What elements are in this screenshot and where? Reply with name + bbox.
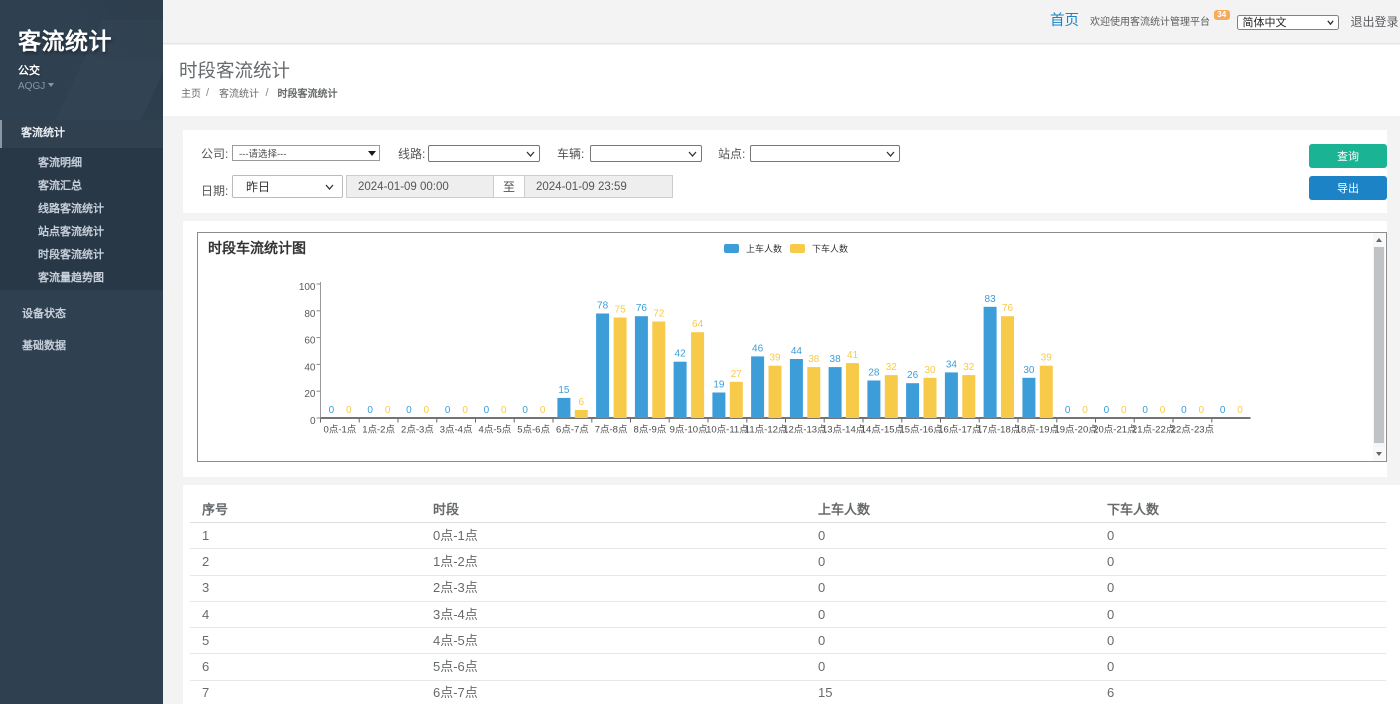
svg-text:83: 83 [985, 290, 997, 305]
svg-text:0: 0 [1104, 401, 1110, 416]
svg-text:1点-2点: 1点-2点 [362, 422, 395, 436]
svg-text:11点-12点: 11点-12点 [745, 422, 788, 436]
svg-text:0: 0 [1199, 401, 1205, 416]
svg-text:12点-13点: 12点-13点 [783, 422, 827, 436]
svg-text:41: 41 [847, 346, 859, 361]
svg-text:0: 0 [1065, 401, 1071, 416]
svg-text:0: 0 [310, 412, 316, 427]
svg-text:4点-5点: 4点-5点 [479, 422, 512, 436]
svg-text:0: 0 [462, 401, 468, 416]
svg-text:17点-18点: 17点-18点 [977, 422, 1021, 436]
svg-text:100: 100 [299, 278, 316, 293]
svg-text:0: 0 [367, 401, 373, 416]
svg-text:46: 46 [752, 339, 764, 354]
svg-text:14点-15点: 14点-15点 [861, 422, 905, 436]
svg-text:28: 28 [868, 364, 880, 379]
svg-text:0: 0 [522, 401, 528, 416]
svg-text:38: 38 [808, 350, 820, 365]
svg-text:0: 0 [1121, 401, 1127, 416]
svg-text:44: 44 [791, 342, 803, 357]
svg-text:64: 64 [692, 315, 704, 330]
svg-text:38: 38 [830, 350, 842, 365]
svg-text:80: 80 [304, 305, 316, 320]
svg-text:0: 0 [1142, 401, 1148, 416]
svg-text:15: 15 [558, 381, 570, 396]
svg-text:0点-1点: 0点-1点 [324, 422, 357, 436]
svg-text:34: 34 [946, 355, 958, 370]
svg-text:21点-22点: 21点-22点 [1132, 422, 1176, 436]
svg-text:0: 0 [1220, 401, 1226, 416]
svg-text:0: 0 [1237, 401, 1243, 416]
svg-text:0: 0 [346, 401, 352, 416]
svg-text:39: 39 [769, 349, 781, 364]
svg-text:26: 26 [907, 366, 919, 381]
svg-text:19点-20点: 19点-20点 [1054, 422, 1098, 436]
svg-text:76: 76 [1002, 299, 1014, 314]
svg-text:42: 42 [675, 345, 687, 360]
svg-text:78: 78 [597, 297, 609, 312]
svg-text:30: 30 [924, 361, 936, 376]
svg-text:39: 39 [1041, 349, 1053, 364]
svg-text:60: 60 [304, 332, 316, 347]
svg-text:32: 32 [963, 358, 975, 373]
svg-text:13点-14点: 13点-14点 [822, 422, 866, 436]
svg-text:6点-7点: 6点-7点 [556, 422, 589, 436]
svg-text:0: 0 [1181, 401, 1187, 416]
svg-text:0: 0 [540, 401, 546, 416]
svg-text:9点-10点: 9点-10点 [670, 422, 709, 436]
svg-text:76: 76 [636, 299, 648, 314]
svg-text:72: 72 [653, 305, 665, 320]
svg-text:22点-23点: 22点-23点 [1171, 422, 1215, 436]
svg-text:0: 0 [484, 401, 490, 416]
svg-text:16点-17点: 16点-17点 [938, 422, 982, 436]
svg-text:20: 20 [304, 385, 316, 400]
svg-text:27: 27 [731, 365, 743, 380]
svg-text:0: 0 [329, 401, 335, 416]
svg-text:5点-6点: 5点-6点 [517, 422, 550, 436]
svg-text:75: 75 [615, 301, 627, 316]
svg-text:8点-9点: 8点-9点 [634, 422, 667, 436]
svg-text:18点-19点: 18点-19点 [1016, 422, 1060, 436]
svg-text:0: 0 [1082, 401, 1088, 416]
svg-text:6: 6 [579, 393, 585, 408]
svg-text:2点-3点: 2点-3点 [401, 422, 434, 436]
svg-text:0: 0 [501, 401, 507, 416]
svg-text:3点-4点: 3点-4点 [440, 422, 473, 436]
svg-text:15点-16点: 15点-16点 [899, 422, 943, 436]
svg-text:0: 0 [424, 401, 430, 416]
svg-text:0: 0 [385, 401, 391, 416]
svg-text:20点-21点: 20点-21点 [1093, 422, 1137, 436]
svg-text:0: 0 [445, 401, 451, 416]
svg-text:0: 0 [1160, 401, 1166, 416]
svg-text:7点-8点: 7点-8点 [595, 422, 628, 436]
svg-text:0: 0 [406, 401, 412, 416]
svg-text:10点-11点: 10点-11点 [706, 422, 749, 436]
svg-text:40: 40 [304, 358, 316, 373]
svg-text:32: 32 [886, 358, 898, 373]
svg-text:19: 19 [713, 376, 725, 391]
svg-text:30: 30 [1023, 361, 1035, 376]
